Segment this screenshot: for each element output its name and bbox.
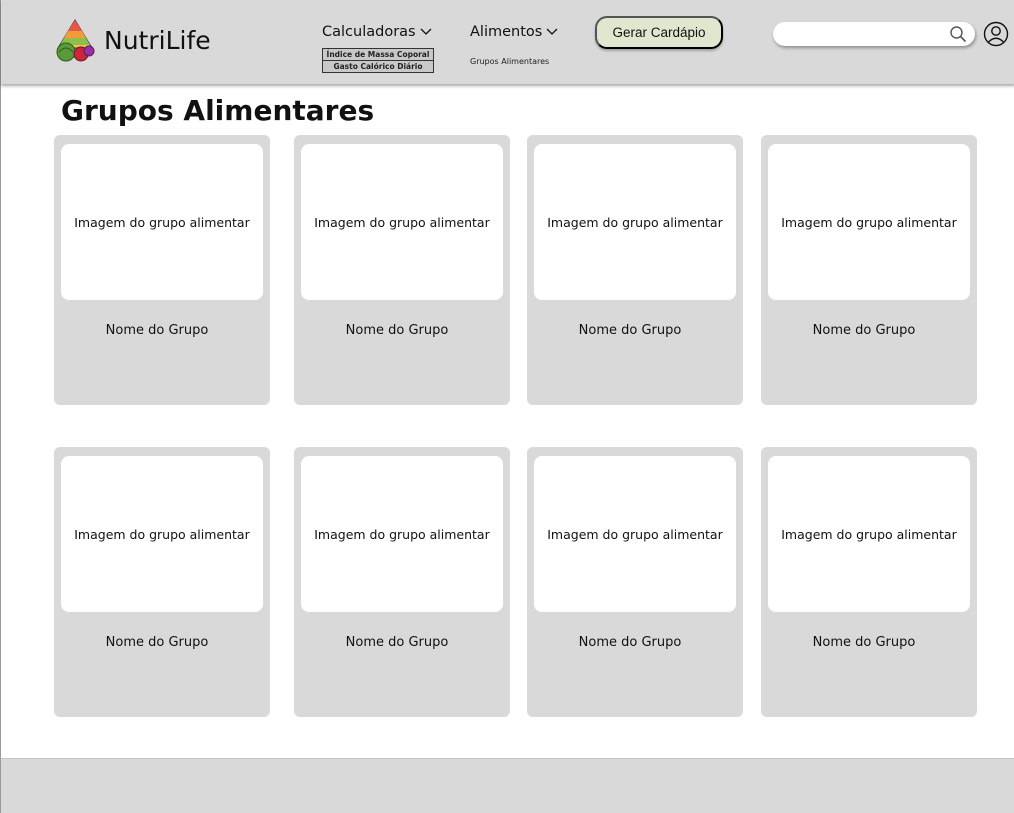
food-group-image: Imagem do grupo alimentar — [61, 144, 263, 300]
top-header: NutriLife Calculadoras Índice de Massa C… — [1, 0, 1014, 84]
search-bar — [773, 22, 975, 46]
food-group-card[interactable]: Imagem do grupo alimentar Nome do Grupo — [761, 447, 977, 717]
calculadoras-submenu: Índice de Massa Coporal Gasto Calórico D… — [322, 48, 434, 73]
food-group-name: Nome do Grupo — [345, 635, 449, 650]
food-group-card[interactable]: Imagem do grupo alimentar Nome do Grupo — [294, 447, 510, 717]
food-group-card[interactable]: Imagem do grupo alimentar Nome do Grupo — [54, 447, 270, 717]
gerar-cardapio-button[interactable]: Gerar Cardápio — [595, 16, 723, 49]
chevron-down-icon — [546, 28, 558, 35]
food-group-name: Nome do Grupo — [105, 635, 209, 650]
page-footer — [1, 758, 1014, 813]
search-input[interactable] — [783, 22, 951, 46]
brand-name: NutriLife — [104, 25, 211, 55]
search-icon[interactable] — [949, 25, 967, 43]
brand-logo[interactable]: NutriLife — [54, 18, 211, 62]
nav-calculadoras-label: Calculadoras — [322, 24, 416, 40]
submenu-imc-link[interactable]: Índice de Massa Coporal — [322, 48, 434, 61]
food-group-name: Nome do Grupo — [105, 323, 209, 338]
food-group-card[interactable]: Imagem do grupo alimentar Nome do Grupo — [527, 447, 743, 717]
food-group-image: Imagem do grupo alimentar — [768, 144, 970, 300]
food-group-image: Imagem do grupo alimentar — [301, 144, 503, 300]
food-group-name: Nome do Grupo — [578, 323, 682, 338]
food-group-card[interactable]: Imagem do grupo alimentar Nome do Grupo — [294, 135, 510, 405]
food-group-image: Imagem do grupo alimentar — [534, 456, 736, 612]
submenu-gasto-calorico-link[interactable]: Gasto Calórico Diário — [322, 60, 434, 73]
food-group-card[interactable]: Imagem do grupo alimentar Nome do Grupo — [527, 135, 743, 405]
user-icon[interactable] — [983, 21, 1009, 47]
nav-calculadoras[interactable]: Calculadoras — [322, 24, 432, 40]
nav-alimentos-label: Alimentos — [470, 24, 543, 40]
food-group-name: Nome do Grupo — [812, 323, 916, 338]
submenu-grupos-alimentares-link[interactable]: Grupos Alimentares — [470, 57, 549, 66]
food-group-image: Imagem do grupo alimentar — [301, 456, 503, 612]
food-group-name: Nome do Grupo — [345, 323, 449, 338]
food-group-card[interactable]: Imagem do grupo alimentar Nome do Grupo — [54, 135, 270, 405]
food-group-image: Imagem do grupo alimentar — [61, 456, 263, 612]
food-group-image: Imagem do grupo alimentar — [534, 144, 736, 300]
food-group-image: Imagem do grupo alimentar — [768, 456, 970, 612]
food-group-name: Nome do Grupo — [812, 635, 916, 650]
chevron-down-icon — [420, 28, 432, 35]
food-group-card[interactable]: Imagem do grupo alimentar Nome do Grupo — [761, 135, 977, 405]
page-title: Grupos Alimentares — [61, 94, 375, 127]
food-pyramid-icon — [56, 19, 95, 62]
food-group-name: Nome do Grupo — [578, 635, 682, 650]
nav-alimentos[interactable]: Alimentos — [470, 24, 558, 40]
